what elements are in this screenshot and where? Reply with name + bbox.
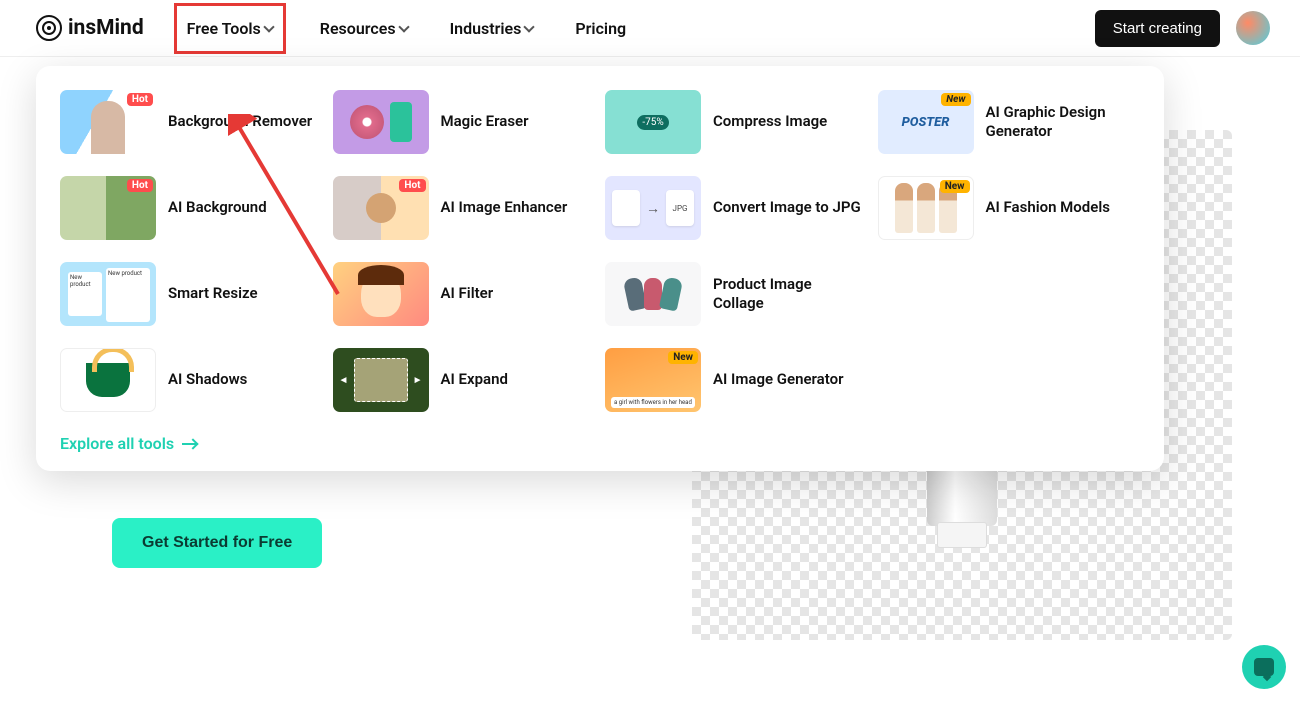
tool-thumb [333, 90, 429, 154]
tool-thumb [605, 90, 701, 154]
tool-ai-graphic-design[interactable]: POSTER New AI Graphic Design Generator [878, 90, 1141, 154]
user-avatar[interactable] [1236, 11, 1270, 45]
tool-thumb: Hot [333, 176, 429, 240]
tool-thumb [333, 262, 429, 326]
tool-thumb: →JPG [605, 176, 701, 240]
tool-ai-shadows[interactable]: AI Shadows [60, 348, 323, 412]
tool-ai-expand[interactable]: AI Expand [333, 348, 596, 412]
tool-label: AI Shadows [168, 370, 247, 390]
start-creating-button[interactable]: Start creating [1095, 10, 1220, 47]
chevron-down-icon [263, 21, 274, 32]
tool-label: AI Expand [441, 370, 508, 390]
tool-label: AI Image Enhancer [441, 198, 568, 218]
tool-magic-eraser[interactable]: Magic Eraser [333, 90, 596, 154]
tool-thumb [605, 262, 701, 326]
tool-background-remover[interactable]: Hot Background Remover [60, 90, 323, 154]
tool-label: AI Graphic Design Generator [986, 103, 1136, 142]
chat-icon [1254, 658, 1274, 676]
nav-industries[interactable]: Industries [442, 13, 542, 44]
tool-label: AI Background [168, 198, 267, 218]
tool-thumb [60, 262, 156, 326]
tool-ai-fashion[interactable]: New AI Fashion Models [878, 176, 1141, 240]
new-badge: New [940, 180, 970, 193]
hot-badge: Hot [399, 179, 425, 192]
tool-label: Smart Resize [168, 284, 258, 304]
tool-ai-image-generator[interactable]: New AI Image Generator [605, 348, 868, 412]
brand-logo-icon [36, 15, 62, 41]
tool-thumb: POSTER New [878, 90, 974, 154]
tool-label: AI Fashion Models [986, 198, 1110, 218]
tool-smart-resize[interactable]: Smart Resize [60, 262, 323, 326]
nav-pricing-label: Pricing [575, 19, 626, 38]
nav-resources-label: Resources [320, 19, 396, 38]
tool-label: Magic Eraser [441, 112, 529, 132]
main-nav: Free Tools Resources Industries Pricing [174, 3, 634, 54]
nav-industries-label: Industries [450, 19, 522, 38]
new-badge: New [668, 351, 698, 364]
tool-label: Product Image Collage [713, 275, 863, 314]
tool-thumb: New [878, 176, 974, 240]
free-tools-dropdown: Hot Background Remover Magic Eraser Comp… [36, 66, 1164, 471]
brand-logo[interactable]: insMind [36, 15, 144, 41]
nav-resources[interactable]: Resources [312, 13, 416, 44]
new-badge: New [941, 93, 970, 106]
hot-badge: Hot [127, 93, 153, 106]
chevron-down-icon [524, 21, 535, 32]
tool-compress-image[interactable]: Compress Image [605, 90, 868, 154]
arrow-right-icon [182, 443, 196, 445]
chat-launcher[interactable] [1242, 645, 1286, 689]
tool-label: AI Image Generator [713, 370, 843, 390]
tool-thumb: Hot [60, 176, 156, 240]
app-header: insMind Free Tools Resources Industries … [0, 0, 1300, 57]
tool-product-collage[interactable]: Product Image Collage [605, 262, 868, 326]
tool-thumb: Hot [60, 90, 156, 154]
tool-ai-enhancer[interactable]: Hot AI Image Enhancer [333, 176, 596, 240]
nav-free-tools-label: Free Tools [187, 19, 261, 38]
tool-label: Background Remover [168, 112, 312, 132]
hot-badge: Hot [127, 179, 153, 192]
tool-ai-filter[interactable]: AI Filter [333, 262, 596, 326]
nav-pricing[interactable]: Pricing [567, 13, 634, 44]
explore-label: Explore all tools [60, 434, 174, 453]
tool-label: AI Filter [441, 284, 494, 304]
tool-ai-background[interactable]: Hot AI Background [60, 176, 323, 240]
tool-label: Convert Image to JPG [713, 198, 861, 218]
tool-thumb: New [605, 348, 701, 412]
tool-thumb [60, 348, 156, 412]
brand-name: insMind [68, 16, 144, 40]
tool-thumb [333, 348, 429, 412]
explore-all-tools-link[interactable]: Explore all tools [60, 434, 196, 453]
nav-free-tools[interactable]: Free Tools [174, 3, 286, 54]
chevron-down-icon [398, 21, 409, 32]
tool-label: Compress Image [713, 112, 827, 132]
get-started-button[interactable]: Get Started for Free [112, 518, 322, 568]
tool-convert-jpg[interactable]: →JPG Convert Image to JPG [605, 176, 868, 240]
